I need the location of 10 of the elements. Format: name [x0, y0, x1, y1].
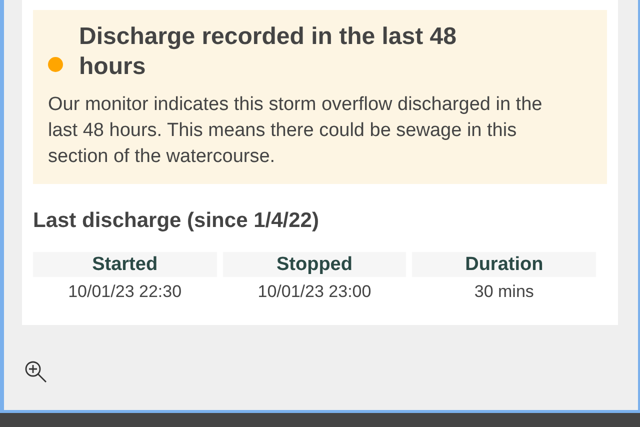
alert-message: Our monitor indicates this storm overflow discharged in the last 48 hours. This means there could be sewage in this section of the watercourse.	[48, 93, 544, 169]
zoom-in-icon[interactable]	[24, 360, 48, 384]
alert-title: Discharge recorded in the last 48 hours	[79, 22, 458, 82]
table-cell-text: 30 mins	[473, 281, 535, 303]
table-cell-text: 10/01/23 23:00	[256, 281, 372, 303]
column-header: Stopped	[222, 252, 406, 277]
column-header: Started	[33, 252, 217, 277]
column-header: Duration	[412, 252, 596, 277]
section-heading: Last discharge (since 1/4/22)	[33, 208, 320, 234]
table-cell-text: 10/01/23 22:30	[67, 281, 183, 303]
